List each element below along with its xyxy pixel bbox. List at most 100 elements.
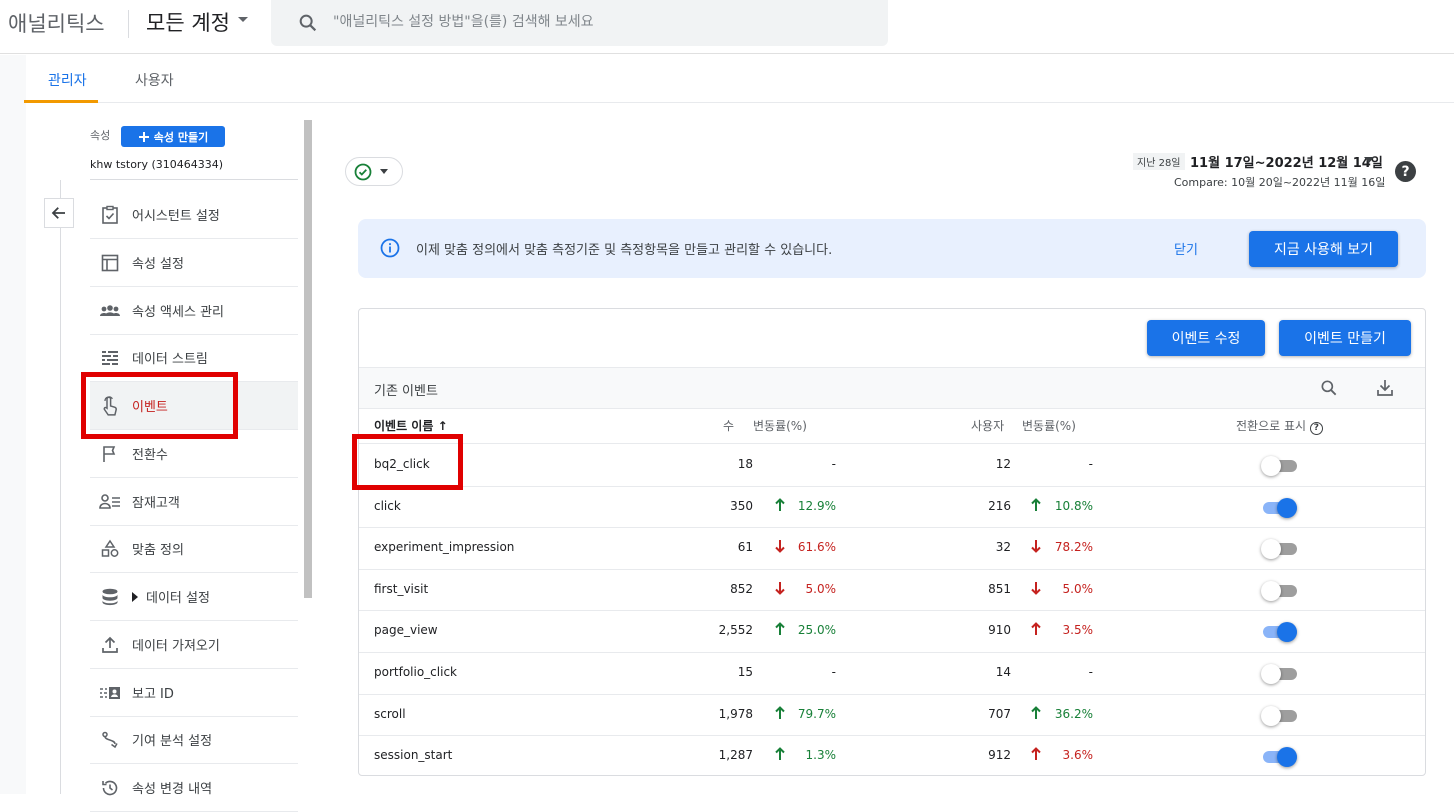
tab-indicator bbox=[24, 100, 98, 103]
event-name[interactable]: session_start bbox=[374, 748, 452, 762]
event-name[interactable]: portfolio_click bbox=[374, 665, 457, 679]
column-header-users[interactable]: 사용자 bbox=[971, 417, 1004, 434]
sidebar-item-assistant[interactable]: 어시스턴트 설정 bbox=[90, 191, 298, 239]
data-quality-chip[interactable] bbox=[345, 157, 403, 186]
conversion-toggle[interactable] bbox=[1261, 705, 1297, 726]
conversion-toggle[interactable] bbox=[1261, 664, 1297, 684]
sidebar-item-label: 데이터 설정 bbox=[146, 591, 210, 606]
help-outline-icon[interactable]: ? bbox=[1309, 422, 1323, 435]
count-change: 25.0% bbox=[797, 623, 836, 638]
layout-icon bbox=[98, 251, 122, 275]
event-users: 912 bbox=[988, 748, 1011, 763]
download-icon[interactable] bbox=[1375, 378, 1395, 398]
column-header-count[interactable]: 수 bbox=[723, 417, 734, 434]
event-name[interactable]: page_view bbox=[374, 623, 438, 637]
property-name[interactable]: khw tstory (310464334) bbox=[90, 158, 223, 171]
date-period-tag: 지난 28일 bbox=[1133, 153, 1185, 170]
event-name[interactable]: experiment_impression bbox=[374, 540, 514, 554]
try-now-button[interactable]: 지금 사용해 보기 bbox=[1249, 231, 1398, 267]
table-row[interactable]: experiment_impression 61 61.6% 32 78.2% bbox=[359, 527, 1425, 568]
search-icon[interactable] bbox=[1319, 378, 1339, 398]
account-selector[interactable]: 모든 계정 bbox=[146, 7, 230, 37]
sidebar-item-data-settings[interactable]: 데이터 설정 bbox=[90, 573, 298, 621]
database-icon bbox=[98, 585, 122, 609]
column-header-conversion[interactable]: 전환으로 표시 ? bbox=[1236, 417, 1323, 435]
divider bbox=[128, 10, 129, 38]
create-event-button[interactable]: 이벤트 만들기 bbox=[1279, 320, 1411, 356]
event-name[interactable]: click bbox=[374, 499, 401, 513]
table-row[interactable]: bq2_click 18-12- bbox=[359, 444, 1425, 485]
conversion-toggle[interactable] bbox=[1263, 622, 1297, 643]
highlight-box-events bbox=[81, 372, 238, 439]
sidebar-item-custom-definitions[interactable]: 맞춤 정의 bbox=[90, 525, 298, 573]
users-change: 5.0% bbox=[1062, 581, 1094, 596]
event-users: 707 bbox=[988, 706, 1011, 721]
count-change: 1.3% bbox=[805, 748, 837, 763]
chevron-down-icon bbox=[380, 169, 388, 174]
chevron-down-icon[interactable] bbox=[1364, 157, 1374, 163]
event-count: 61 bbox=[737, 540, 753, 555]
sidebar-item-label: 데이터 스트림 bbox=[132, 352, 208, 367]
count-change: 5.0% bbox=[805, 581, 837, 596]
table-row[interactable]: page_view 2,552 25.0% 910 3.5% bbox=[359, 610, 1425, 651]
attribution-icon bbox=[98, 728, 122, 752]
event-name[interactable]: scroll bbox=[374, 707, 406, 721]
sidebar-rule bbox=[60, 180, 61, 794]
back-button[interactable] bbox=[44, 198, 74, 228]
close-banner-link[interactable]: 닫기 bbox=[1174, 239, 1198, 258]
sidebar-scrollbar[interactable] bbox=[304, 120, 312, 598]
search-box[interactable] bbox=[271, 0, 888, 46]
conversion-toggle[interactable] bbox=[1261, 580, 1297, 601]
sidebar-item-label: 잠재고객 bbox=[132, 496, 180, 511]
existing-events-header: 기존 이벤트 bbox=[359, 367, 1425, 409]
chevron-down-icon[interactable] bbox=[238, 17, 248, 22]
tab-admin[interactable]: 관리자 bbox=[48, 70, 87, 90]
table-row[interactable]: first_visit 852 5.0% 851 5.0% bbox=[359, 569, 1425, 610]
event-users: 910 bbox=[988, 623, 1011, 638]
conversion-toggle[interactable] bbox=[1261, 539, 1297, 560]
conversion-toggle[interactable] bbox=[1261, 456, 1297, 476]
count-change: 79.7% bbox=[797, 706, 836, 721]
product-name[interactable]: 애널리틱스 bbox=[8, 8, 105, 38]
column-header-count-change[interactable]: 변동률(%) bbox=[753, 417, 807, 434]
create-property-label: 속성 만들기 bbox=[153, 130, 209, 144]
sidebar-item-audiences[interactable]: 잠재고객 bbox=[90, 478, 298, 526]
conversion-toggle[interactable] bbox=[1263, 747, 1297, 768]
table-row[interactable]: scroll 1,978 79.7% 707 36.2% bbox=[359, 694, 1425, 735]
search-input[interactable] bbox=[333, 8, 873, 36]
event-users: 32 bbox=[995, 540, 1011, 555]
event-count: 1,287 bbox=[718, 748, 753, 763]
column-header-users-change[interactable]: 변동률(%) bbox=[1022, 417, 1076, 434]
create-property-button[interactable]: 속성 만들기 bbox=[121, 126, 225, 147]
event-name[interactable]: first_visit bbox=[374, 582, 428, 596]
table-row[interactable]: session_start 1,287 1.3% 912 3.6% bbox=[359, 735, 1425, 776]
tab-bar: 관리자 사용자 bbox=[26, 55, 1454, 103]
sidebar-item-reporting-id[interactable]: 보고 ID bbox=[90, 669, 298, 717]
count-change: 61.6% bbox=[797, 540, 836, 555]
users-change: 3.6% bbox=[1062, 748, 1094, 763]
flag-icon bbox=[98, 442, 122, 466]
sidebar-item-property-settings[interactable]: 속성 설정 bbox=[90, 239, 298, 287]
table-row[interactable]: portfolio_click 15 - 14 - bbox=[359, 652, 1425, 693]
sidebar-item-data-import[interactable]: 데이터 가져오기 bbox=[90, 621, 298, 669]
sidebar-item-change-history[interactable]: 속성 변경 내역 bbox=[90, 764, 298, 812]
sidebar-item-access[interactable]: 속성 액세스 관리 bbox=[90, 287, 298, 335]
conversion-toggle[interactable] bbox=[1263, 497, 1297, 518]
sidebar-item-label: 속성 변경 내역 bbox=[132, 782, 213, 797]
upload-icon bbox=[98, 633, 122, 657]
column-header-event-name[interactable]: 이벤트 이름 ↑ bbox=[374, 417, 448, 434]
banner-message: 이제 맞춤 정의에서 맞춤 측정기준 및 측정항목을 만들고 관리할 수 있습니… bbox=[416, 243, 833, 258]
users-change: 10.8% bbox=[1054, 498, 1093, 513]
table-row[interactable]: click 350 12.9% 216 10.8% bbox=[359, 486, 1425, 527]
sidebar-item-label: 어시스턴트 설정 bbox=[132, 209, 220, 224]
date-range-picker[interactable]: 11월 17일~2022년 12월 14일 bbox=[1190, 152, 1383, 171]
users-change: 78.2% bbox=[1054, 540, 1093, 555]
edit-event-button[interactable]: 이벤트 수정 bbox=[1147, 320, 1265, 356]
sidebar-item-attribution[interactable]: 기여 분석 설정 bbox=[90, 716, 298, 764]
help-icon[interactable]: ? bbox=[1395, 161, 1416, 182]
event-count: 1,978 bbox=[718, 706, 753, 721]
tab-user[interactable]: 사용자 bbox=[135, 70, 174, 90]
expand-arrow-icon[interactable] bbox=[132, 591, 138, 602]
event-count: 18 bbox=[737, 457, 753, 471]
sidebar-item-label: 속성 설정 bbox=[132, 257, 184, 272]
